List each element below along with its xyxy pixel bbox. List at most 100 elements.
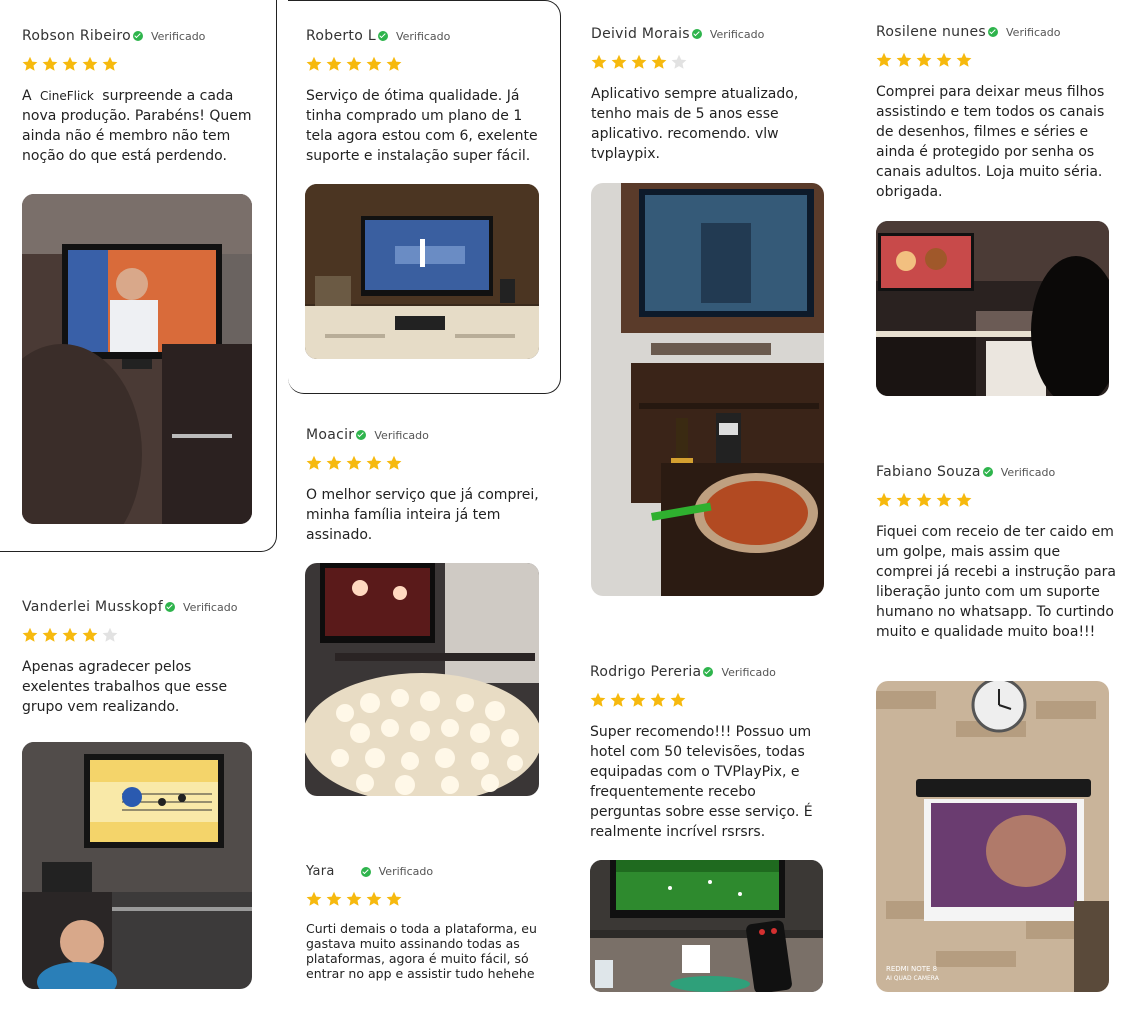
star-filled-icon	[366, 455, 382, 470]
star-filled-icon	[326, 56, 342, 71]
review-header: Vanderlei Musskopf Verificado	[22, 599, 262, 615]
review-header: Fabiano Souza Verificado	[876, 464, 1116, 480]
star-rating	[876, 492, 1116, 508]
review-card-vanderlei: Vanderlei Musskopf Verificado Apenas agr…	[0, 567, 277, 1025]
star-rating	[22, 627, 262, 643]
star-filled-icon	[916, 52, 932, 67]
review-text: Apenas agradecer pelos exelentes trabalh…	[22, 659, 228, 715]
review-card-roberto: Roberto L Verificado Serviço de ótima qu…	[288, 0, 561, 394]
verified-check-icon	[703, 667, 714, 677]
star-filled-icon	[896, 492, 912, 507]
verified-label: Verificado	[182, 600, 238, 614]
review-card-moacir: Moacir Verificado O melhor serviço que j…	[288, 404, 561, 829]
star-empty-icon	[671, 54, 687, 69]
review-photo: REDMI NOTE 8 AI QUAD CAMERA	[876, 681, 1109, 992]
star-filled-icon	[630, 692, 646, 707]
star-filled-icon	[631, 54, 647, 69]
verified-label: Verificado	[721, 665, 776, 679]
star-filled-icon	[896, 52, 912, 67]
star-filled-icon	[306, 455, 322, 470]
star-filled-icon	[590, 692, 606, 707]
star-filled-icon	[876, 492, 892, 507]
star-filled-icon	[326, 891, 342, 906]
star-filled-icon	[386, 56, 402, 71]
star-filled-icon	[650, 692, 666, 707]
verified-label: Verificado	[1000, 465, 1056, 479]
star-filled-icon	[956, 52, 972, 67]
star-rating	[306, 56, 546, 72]
review-header: Rosilene nunes Verificado	[876, 24, 1116, 40]
review-card-fabiano: Fabiano Souza Verificado Fiquei com rece…	[856, 440, 1132, 1025]
verified-label: Verificado	[1006, 25, 1061, 39]
review-card-robson: Robson Ribeiro Verificado A CineFlick su…	[0, 0, 277, 552]
star-filled-icon	[670, 692, 686, 707]
star-rating	[306, 891, 538, 907]
review-text: Curti demais o toda a plataforma, eu gas…	[306, 921, 537, 981]
star-rating	[591, 54, 831, 70]
photo-watermark: AI QUAD CAMERA	[886, 975, 940, 982]
review-photo	[22, 742, 252, 989]
review-photo	[591, 183, 824, 596]
verified-check-icon	[982, 467, 993, 477]
reviewer-name: Robson Ribeiro	[22, 28, 131, 44]
star-filled-icon	[306, 891, 322, 906]
reviewer-name: Fabiano Souza	[876, 464, 981, 480]
brand-name: CineFlick	[40, 89, 94, 103]
review-header: Yara Verificado	[306, 864, 538, 879]
verified-label: Verificado	[395, 29, 451, 43]
review-card-rosilene: Rosilene nunes Verificado Comprei para d…	[856, 0, 1132, 430]
review-photo	[590, 860, 823, 992]
star-filled-icon	[346, 891, 362, 906]
star-filled-icon	[346, 455, 362, 470]
star-filled-icon	[42, 56, 58, 71]
star-filled-icon	[366, 56, 382, 71]
verified-check-icon	[988, 27, 999, 37]
reviewer-name: Moacir	[306, 427, 355, 443]
star-rating	[306, 455, 546, 471]
star-filled-icon	[366, 891, 382, 906]
verified-label: Verificado	[709, 27, 765, 41]
star-filled-icon	[42, 627, 58, 642]
star-filled-icon	[610, 692, 626, 707]
star-empty-icon	[102, 627, 118, 642]
review-text: Aplicativo sempre atualizado, tenho mais…	[591, 86, 799, 162]
review-card-yara: Yara Verificado Curti demais o toda a pl…	[288, 838, 561, 1025]
verified-check-icon	[132, 31, 143, 41]
star-filled-icon	[916, 492, 932, 507]
star-rating	[876, 52, 1116, 68]
star-filled-icon	[936, 52, 952, 67]
star-filled-icon	[591, 54, 607, 69]
review-card-rodrigo: Rodrigo Pereria Verificado Super recomen…	[572, 636, 842, 1025]
reviewer-name: Deivid Morais	[591, 26, 690, 42]
review-text: O melhor serviço que já comprei, minha f…	[306, 487, 539, 543]
reviewer-name: Rodrigo Pereria	[590, 664, 702, 680]
star-filled-icon	[386, 455, 402, 470]
verified-check-icon	[377, 31, 388, 41]
review-text: A CineFlick surpreende a cada nova produ…	[22, 88, 252, 164]
review-text: Comprei para deixar meus filhos assistin…	[876, 84, 1105, 200]
review-photo	[22, 194, 252, 524]
review-header: Robson Ribeiro Verificado	[22, 28, 254, 44]
star-filled-icon	[386, 891, 402, 906]
star-filled-icon	[651, 54, 667, 69]
review-photo	[305, 563, 539, 796]
star-filled-icon	[102, 56, 118, 71]
review-header: Roberto L Verificado	[306, 28, 546, 44]
verified-check-icon	[164, 602, 175, 612]
reviewer-name: Vanderlei Musskopf	[22, 599, 163, 615]
verified-check-icon	[691, 29, 702, 39]
review-header: Deivid Morais Verificado	[591, 26, 831, 42]
star-filled-icon	[22, 627, 38, 642]
review-text: Serviço de ótima qualidade. Já tinha com…	[306, 88, 538, 164]
review-photo	[876, 221, 1109, 396]
review-text: Fiquei com receio de ter caido em um gol…	[876, 524, 1117, 640]
star-filled-icon	[936, 492, 952, 507]
star-filled-icon	[62, 627, 78, 642]
star-filled-icon	[22, 56, 38, 71]
reviewer-name: Yara	[306, 864, 335, 879]
star-filled-icon	[346, 56, 362, 71]
star-filled-icon	[326, 455, 342, 470]
verified-label: Verificado	[150, 29, 206, 43]
review-photo	[305, 184, 539, 359]
verified-label: Verificado	[378, 865, 434, 878]
